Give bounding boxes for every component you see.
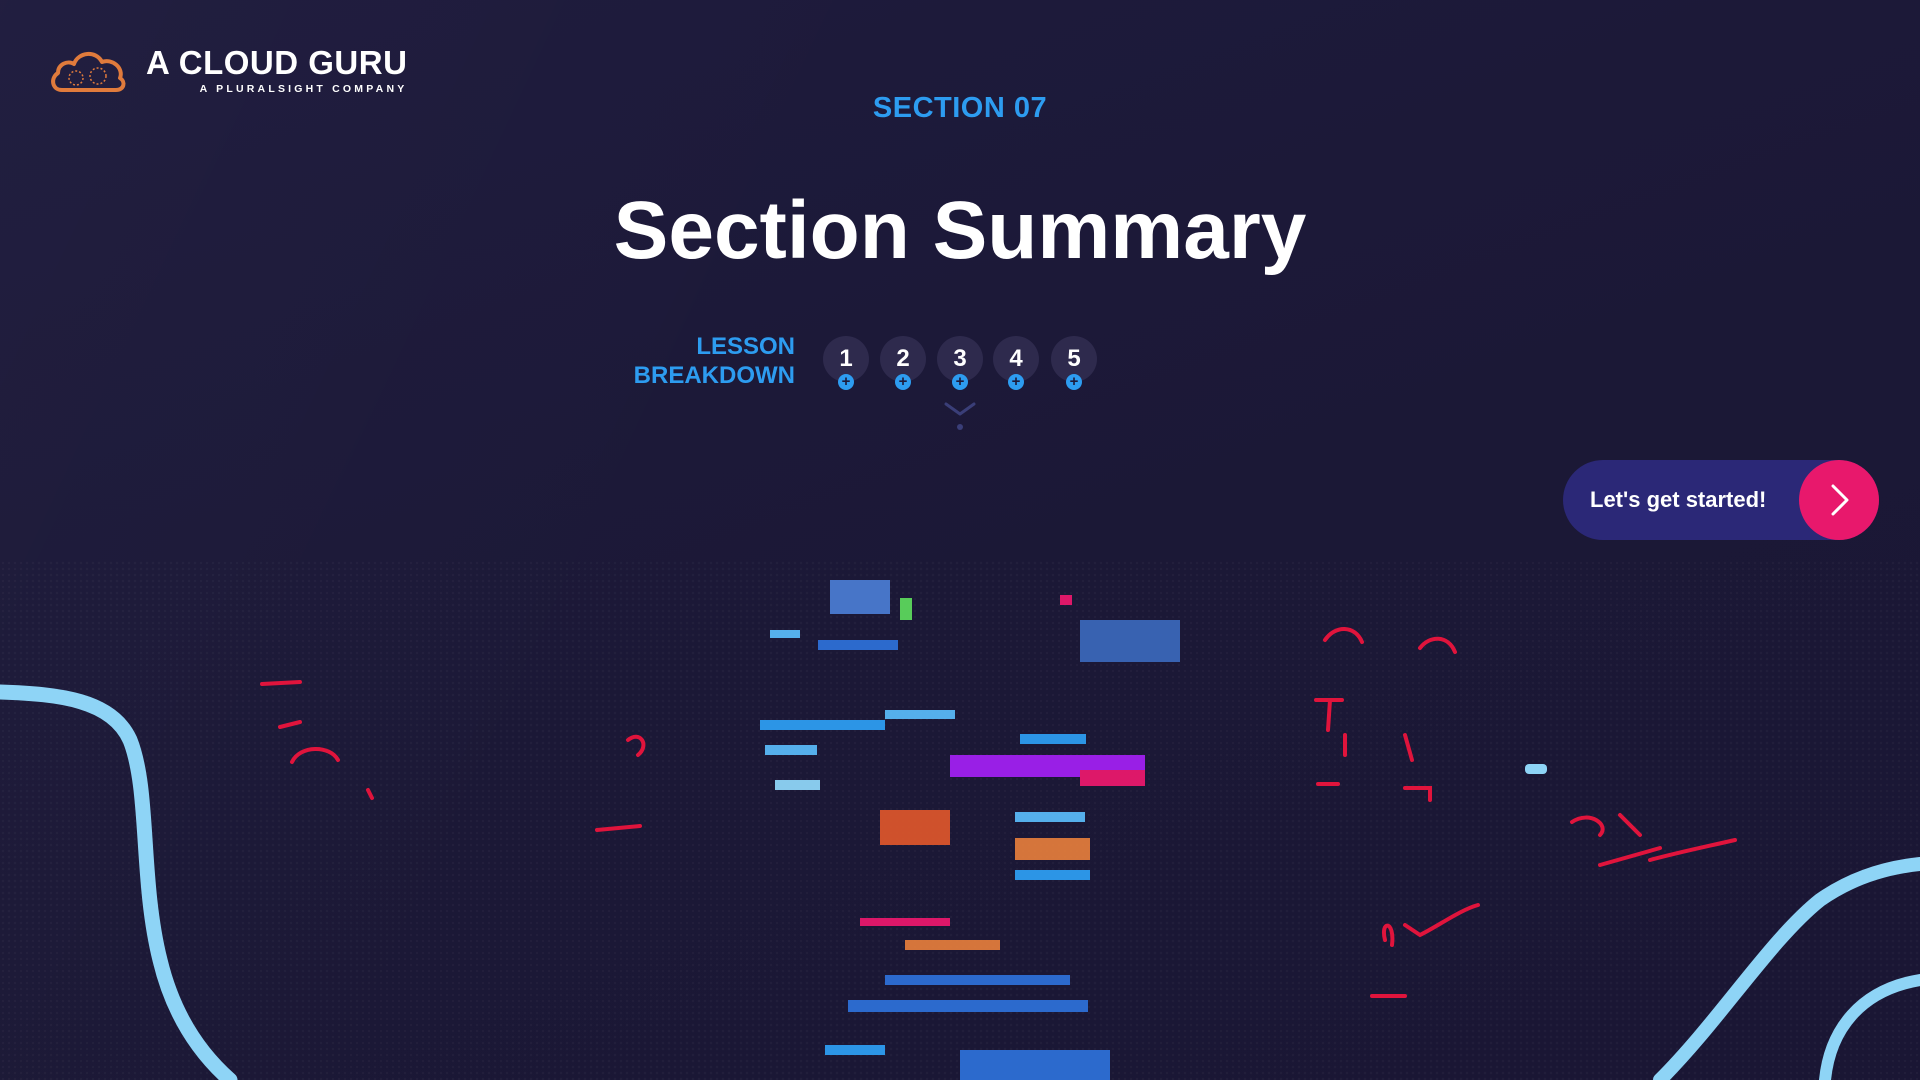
left-squiggle xyxy=(0,684,238,1080)
lesson-button-4[interactable]: 4 + xyxy=(993,336,1039,390)
lesson-button-5[interactable]: 5 + xyxy=(1051,336,1097,390)
cloud-logo-icon xyxy=(51,52,126,92)
lesson-number: 5 xyxy=(1067,345,1081,372)
brand-name: A CLOUD GURU xyxy=(146,43,408,81)
lesson-number: 1 xyxy=(839,345,853,372)
plus-icon: + xyxy=(1066,374,1082,390)
plus-icon: + xyxy=(895,374,911,390)
lesson-breakdown-label: LESSON BREAKDOWN xyxy=(560,332,795,390)
lesson-number: 3 xyxy=(953,345,967,372)
get-started-label: Let's get started! xyxy=(1590,487,1767,512)
lesson-button-3[interactable]: 3 + xyxy=(937,336,983,390)
glitch-figure xyxy=(760,580,1180,1080)
section-label: SECTION 07 xyxy=(872,92,1048,124)
course-slide: A CLOUD GURU A PLURALSIGHT COMPANY SECTI… xyxy=(0,0,1920,1080)
plus-icon: + xyxy=(952,374,968,390)
right-squiggle-2 xyxy=(1819,974,1920,1080)
chevron-right-icon xyxy=(1799,460,1879,540)
lesson-button-2[interactable]: 2 + xyxy=(880,336,926,390)
decorative-artwork xyxy=(0,580,1920,1080)
page-title: Section Summary xyxy=(613,185,1307,276)
plus-icon: + xyxy=(838,374,854,390)
chevron-down-icon[interactable] xyxy=(943,400,977,430)
right-squiggle xyxy=(1653,857,1920,1080)
lesson-number: 4 xyxy=(1009,345,1023,372)
small-glitch-mark xyxy=(1525,764,1547,774)
brand-logo[interactable]: A CLOUD GURU A PLURALSIGHT COMPANY xyxy=(48,44,407,96)
lesson-breakdown-label-line1: LESSON xyxy=(696,333,795,360)
get-started-button[interactable]: Let's get started! xyxy=(1563,460,1879,540)
lesson-number: 2 xyxy=(896,345,910,372)
lesson-button-1[interactable]: 1 + xyxy=(823,336,869,390)
plus-icon: + xyxy=(1008,374,1024,390)
lesson-breakdown-label-line2: BREAKDOWN xyxy=(633,362,795,389)
